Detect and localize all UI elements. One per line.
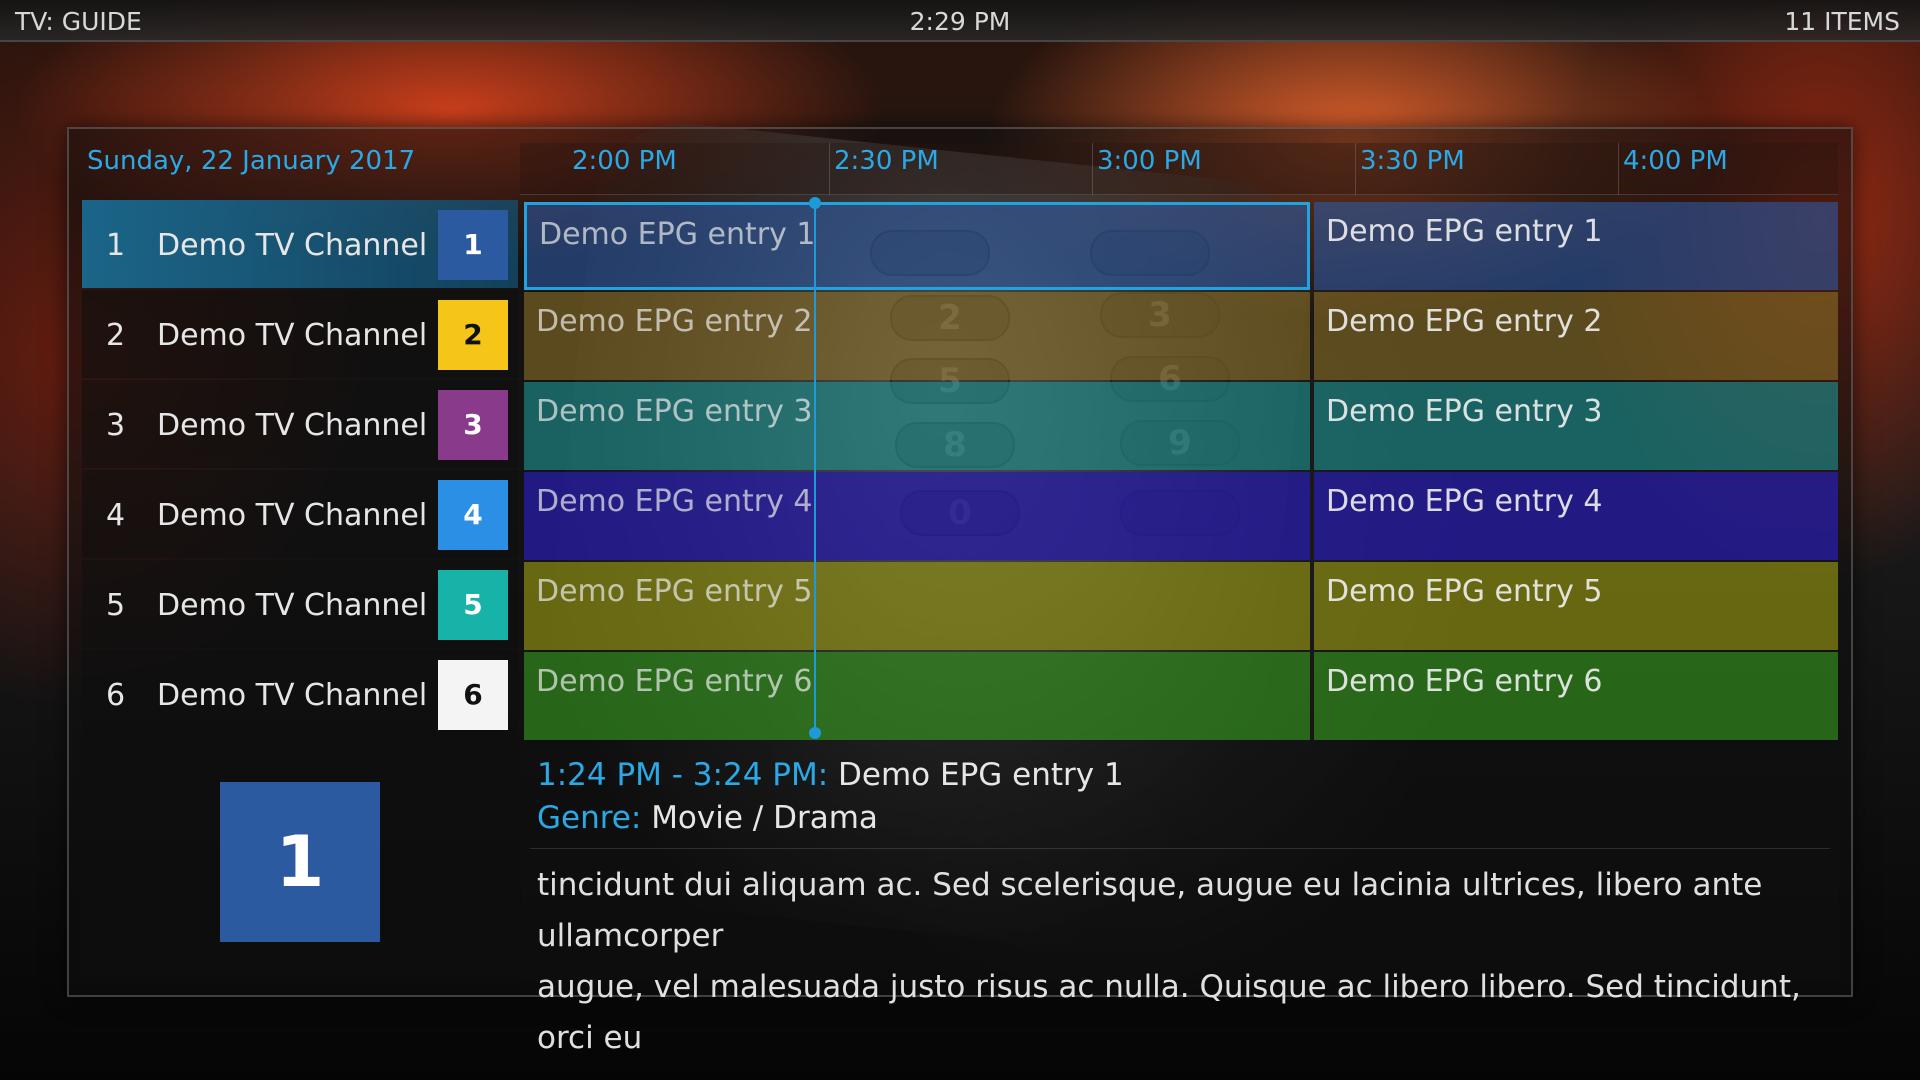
channel-number: 3 (106, 408, 126, 443)
epg-entry[interactable]: Demo EPG entry 4 (524, 472, 1310, 560)
epg-entry-title: Demo EPG entry 2 (536, 304, 813, 339)
epg-entry[interactable]: Demo EPG entry 4 (1314, 472, 1838, 560)
epg-entry-title: Demo EPG entry 5 (1326, 574, 1603, 609)
channel-logo: 6 (438, 660, 508, 730)
channel-name: Demo TV Channel 4 (157, 498, 456, 533)
epg-entry[interactable]: Demo EPG entry 2 (1314, 292, 1838, 380)
channel-number: 5 (106, 588, 126, 623)
timeline-label: 3:00 PM (1097, 146, 1202, 176)
info-genre-line: Genre: Movie / Drama (537, 800, 878, 836)
epg-entry[interactable]: Demo EPG entry 6 (1314, 652, 1838, 740)
guide-date: Sunday, 22 January 2017 (87, 146, 416, 176)
epg-entry[interactable]: Demo EPG entry 2 (524, 292, 1310, 380)
timeline-tick (829, 143, 830, 195)
channel-name: Demo TV Channel 3 (157, 408, 456, 443)
timeline-tick (1355, 143, 1356, 195)
channel-row[interactable]: 4 Demo TV Channel 4 4 (82, 470, 518, 558)
channel-row[interactable]: 1 Demo TV Channel 1 1 (82, 200, 518, 288)
epg-entry-title: Demo EPG entry 2 (1326, 304, 1603, 339)
epg-entry-title: Demo EPG entry 4 (536, 484, 813, 519)
timeline-label: 4:00 PM (1623, 146, 1728, 176)
timeline-label: 2:30 PM (834, 146, 939, 176)
epg-entry[interactable]: Demo EPG entry 3 (1314, 382, 1838, 470)
epg-entry-title: Demo EPG entry 3 (1326, 394, 1603, 429)
channel-number: 4 (106, 498, 126, 533)
now-indicator-line (814, 202, 816, 732)
timeline-label: 2:00 PM (572, 146, 677, 176)
channel-row[interactable]: 5 Demo TV Channel 5 5 (82, 560, 518, 648)
item-count: 11 ITEMS (1784, 7, 1900, 36)
clock: 2:29 PM (909, 7, 1011, 36)
info-title-line: 1:24 PM - 3:24 PM: Demo EPG entry 1 (537, 757, 1124, 793)
epg-entry-title: Demo EPG entry 6 (536, 664, 813, 699)
epg-entry[interactable]: Demo EPG entry 6 (524, 652, 1310, 740)
info-title: Demo EPG entry 1 (838, 757, 1124, 793)
top-bar: TV: GUIDE 2:29 PM 11 ITEMS (0, 0, 1920, 42)
channel-name: Demo TV Channel 1 (157, 228, 456, 263)
timeline-tick (1618, 143, 1619, 195)
epg-entry-title: Demo EPG entry 1 (1326, 214, 1603, 249)
channel-logo: 3 (438, 390, 508, 460)
timeline-tick (1092, 143, 1093, 195)
channel-number: 6 (106, 678, 126, 713)
epg-entry[interactable]: Demo EPG entry 3 (524, 382, 1310, 470)
channel-logo: 5 (438, 570, 508, 640)
channel-name: Demo TV Channel 5 (157, 588, 456, 623)
epg-entry-title: Demo EPG entry 5 (536, 574, 813, 609)
channel-row[interactable]: 3 Demo TV Channel 3 3 (82, 380, 518, 468)
plot-line: augue, vel malesuada justo risus ac null… (537, 969, 1801, 1056)
channel-logo: 1 (438, 210, 508, 280)
channel-logo: 2 (438, 300, 508, 370)
epg-entry-title: Demo EPG entry 1 (539, 217, 816, 252)
info-genre-label: Genre: (537, 800, 642, 836)
channel-number: 2 (106, 318, 126, 353)
epg-entry[interactable]: Demo EPG entry 5 (524, 562, 1310, 650)
channel-row[interactable]: 2 Demo TV Channel 2 2 (82, 290, 518, 378)
plot-line: tincidunt dui aliquam ac. Sed scelerisqu… (537, 867, 1763, 954)
selected-channel-logo: 1 (220, 782, 380, 942)
now-indicator-dot (809, 727, 821, 739)
epg-entry-title: Demo EPG entry 3 (536, 394, 813, 429)
info-divider (530, 848, 1830, 849)
info-time-range: 1:24 PM - 3:24 PM: (537, 757, 829, 793)
timeline-label: 3:30 PM (1360, 146, 1465, 176)
channel-row[interactable]: 6 Demo TV Channel 6 6 (82, 650, 518, 738)
channel-name: Demo TV Channel 2 (157, 318, 456, 353)
info-genre: Movie / Drama (651, 800, 878, 836)
epg-entry-title: Demo EPG entry 6 (1326, 664, 1603, 699)
now-indicator-dot (809, 197, 821, 209)
epg-entry[interactable]: Demo EPG entry 1 (524, 202, 1310, 290)
epg-entry-title: Demo EPG entry 4 (1326, 484, 1603, 519)
channel-name: Demo TV Channel 6 (157, 678, 456, 713)
epg-entry[interactable]: Demo EPG entry 5 (1314, 562, 1838, 650)
epg-entry[interactable]: Demo EPG entry 1 (1314, 202, 1838, 290)
channel-number: 1 (106, 228, 126, 263)
channel-logo: 4 (438, 480, 508, 550)
info-plot: tincidunt dui aliquam ac. Sed scelerisqu… (537, 860, 1837, 1064)
